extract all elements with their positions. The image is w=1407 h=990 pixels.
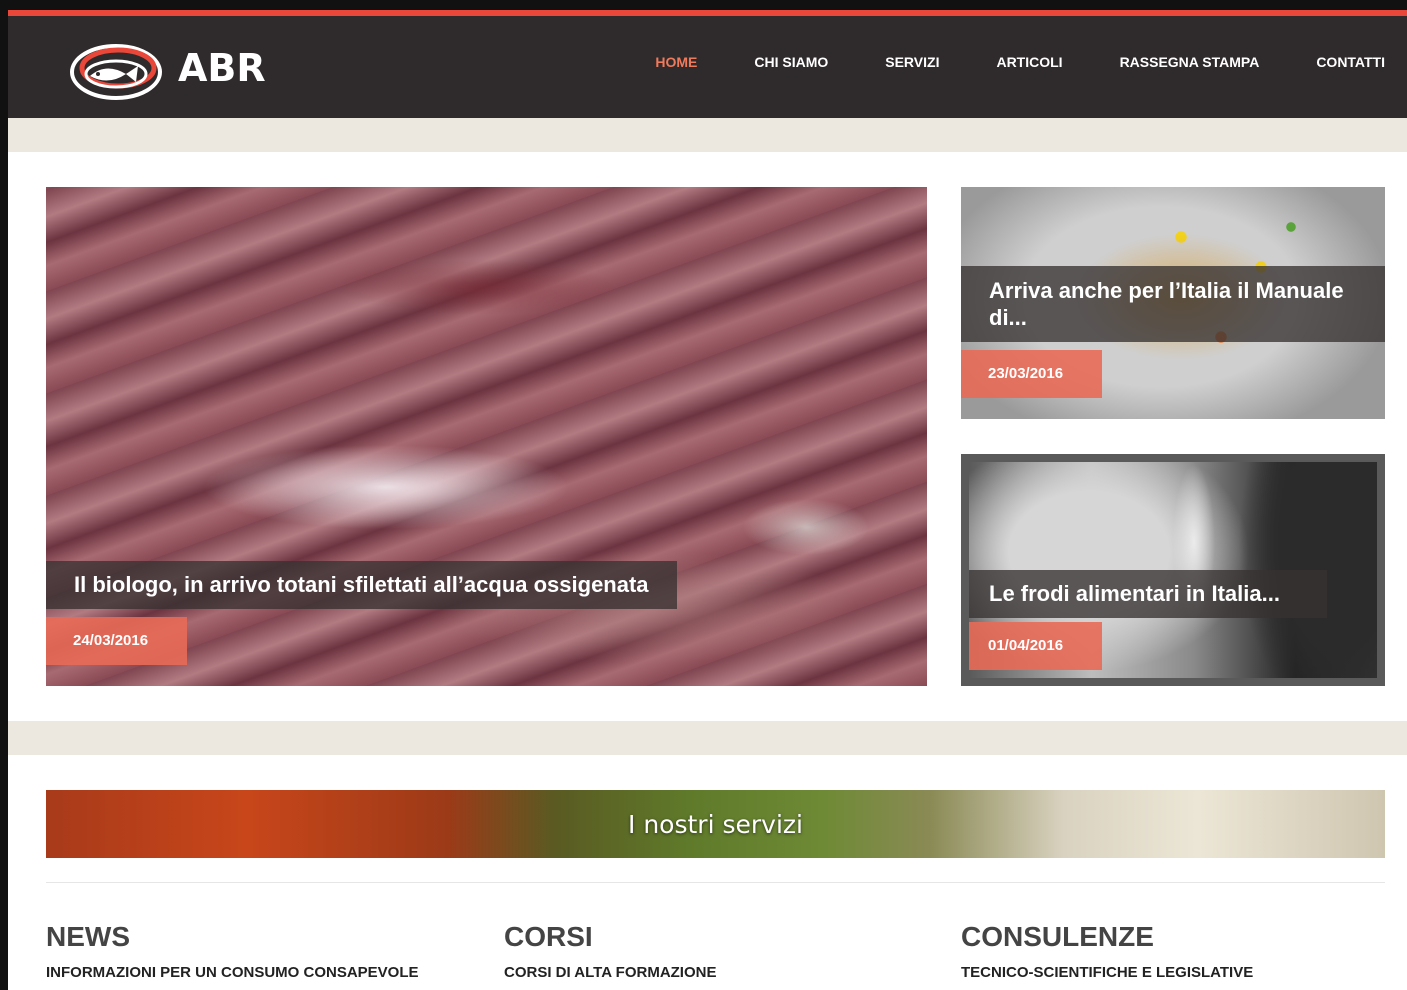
nav-rassegna-stampa[interactable]: RASSEGNA STAMPA [1120, 54, 1260, 70]
logo-text: ABR [178, 46, 266, 90]
service-consulenze-title[interactable]: CONSULENZE [961, 920, 1253, 954]
service-consulenze-subtitle: TECNICO-SCIENTIFICHE E LEGISLATIVE [961, 964, 1254, 981]
fish-plate-logo-icon [70, 44, 162, 100]
section-band [8, 118, 1407, 152]
service-news[interactable]: NEWS INFORMAZIONI PER UN CONSUMO CONSAPE… [46, 920, 419, 982]
featured-article-main[interactable]: Il biologo, in arrivo totani sfilettati … [46, 187, 927, 686]
services-banner: I nostri servizi [46, 790, 1385, 858]
site-logo[interactable]: ABR [68, 30, 268, 106]
featured-article-bottom[interactable]: Le frodi alimentari in Italia... 01/04/2… [961, 454, 1385, 686]
featured-main-date: 24/03/2016 [46, 617, 187, 665]
featured-main-title[interactable]: Il biologo, in arrivo totani sfilettati … [46, 561, 677, 609]
site-header: ABR HOME CHI SIAMO SERVIZI ARTICOLI RASS… [8, 10, 1407, 118]
divider [46, 882, 1385, 883]
service-corsi-subtitle: CORSI DI ALTA FORMAZIONE [504, 964, 717, 981]
nav-home[interactable]: HOME [655, 54, 697, 70]
nav-chi-siamo[interactable]: CHI SIAMO [754, 54, 828, 70]
nav-contatti[interactable]: CONTATTI [1316, 54, 1385, 70]
section-band [8, 721, 1407, 755]
featured-top-date: 23/03/2016 [961, 350, 1102, 398]
main-nav: HOME CHI SIAMO SERVIZI ARTICOLI RASSEGNA… [655, 54, 1385, 70]
featured-bottom-date: 01/04/2016 [969, 622, 1102, 670]
service-news-title[interactable]: NEWS [46, 920, 419, 954]
featured-bottom-title[interactable]: Le frodi alimentari in Italia... [969, 570, 1327, 618]
service-news-subtitle: INFORMAZIONI PER UN CONSUMO CONSAPEVOLE [46, 964, 419, 981]
service-corsi[interactable]: CORSI CORSI DI ALTA FORMAZIONE [504, 920, 716, 982]
service-consulenze[interactable]: CONSULENZE TECNICO-SCIENTIFICHE E LEGISL… [961, 920, 1253, 982]
nav-servizi[interactable]: SERVIZI [885, 54, 939, 70]
nav-articoli[interactable]: ARTICOLI [996, 54, 1062, 70]
services-banner-title: I nostri servizi [628, 809, 803, 839]
page: ABR HOME CHI SIAMO SERVIZI ARTICOLI RASS… [8, 10, 1407, 990]
service-corsi-title[interactable]: CORSI [504, 920, 716, 954]
featured-top-title[interactable]: Arriva anche per l’Italia il Manuale di.… [961, 266, 1385, 342]
featured-article-top[interactable]: Arriva anche per l’Italia il Manuale di.… [961, 187, 1385, 419]
